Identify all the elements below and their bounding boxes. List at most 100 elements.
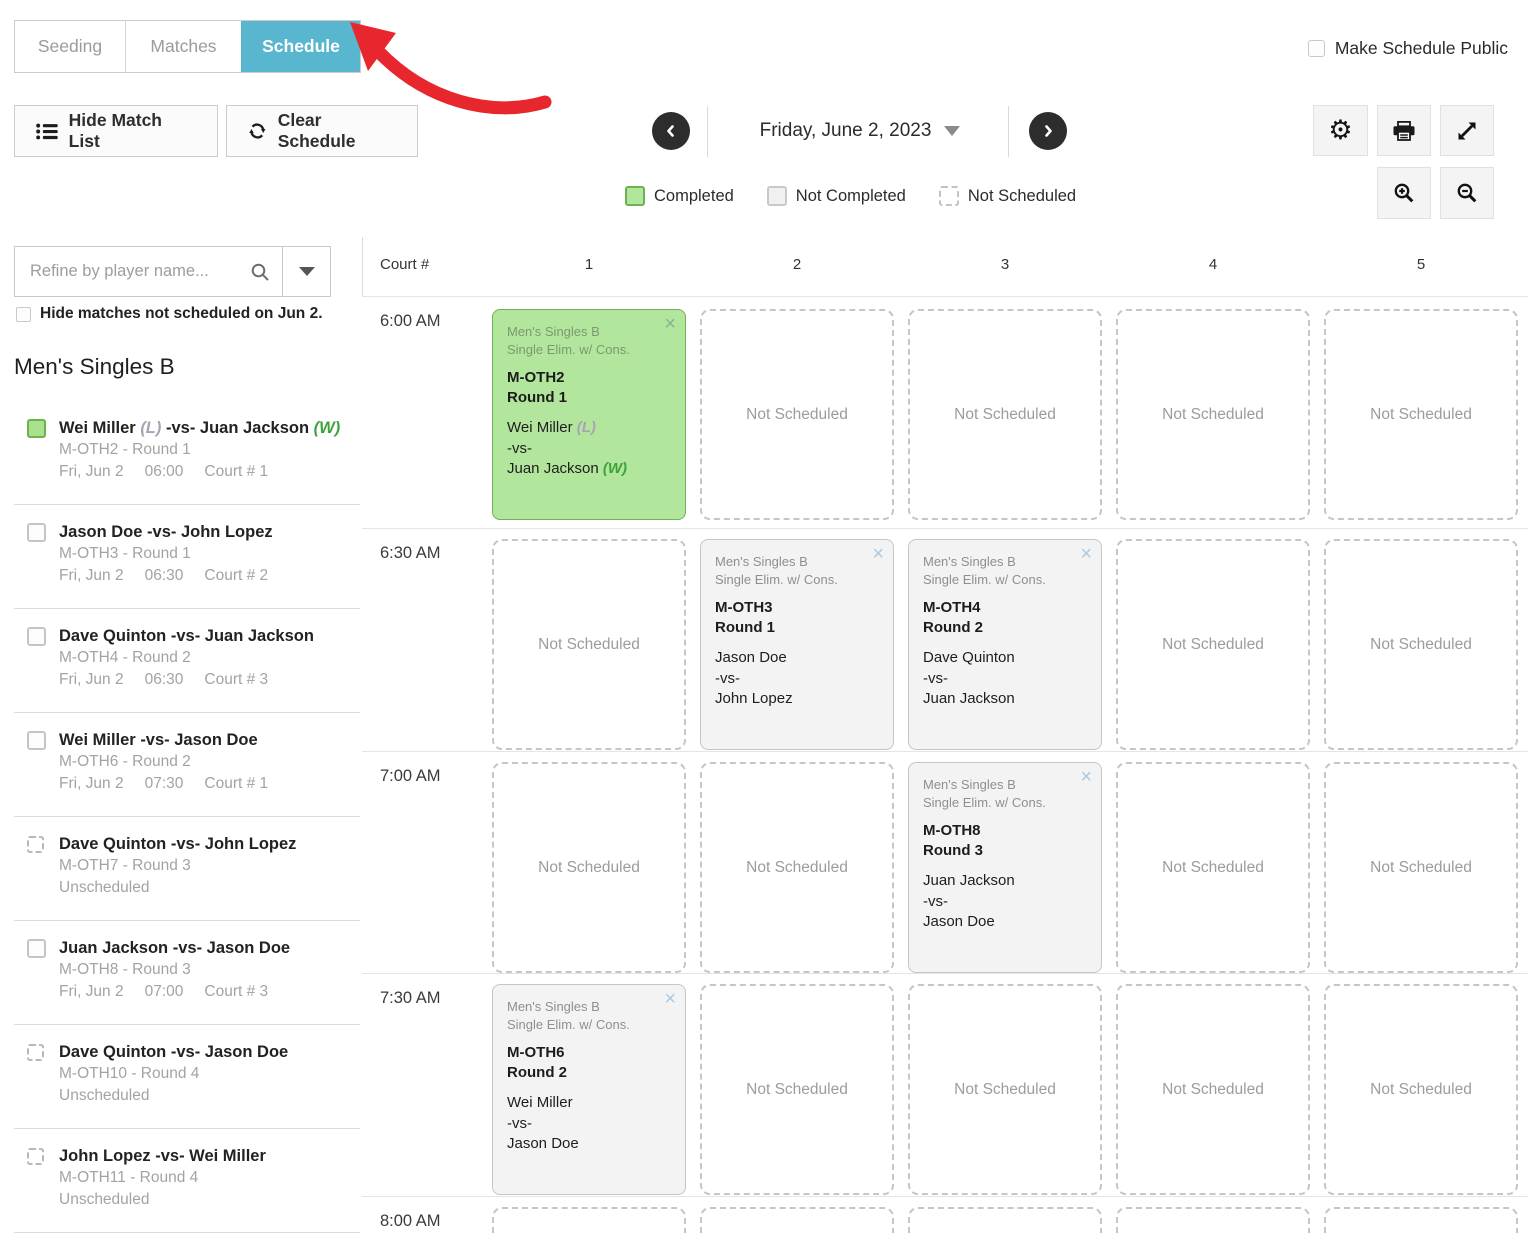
match-list-item[interactable]: Dave Quinton -vs- John Lopez M-OTH7 - Ro… [14,817,360,921]
empty-slot[interactable]: Not Scheduled [1116,1207,1310,1233]
hide-unscheduled-checkbox[interactable] [16,307,31,322]
not-scheduled-label: Not Scheduled [746,859,848,877]
match-detail: M-OTH8 - Round 3 [59,959,290,981]
next-day-button[interactable] [1029,112,1067,150]
empty-slot[interactable]: Not Scheduled [1116,984,1310,1195]
grid-header: Court # 12345 [362,237,1528,296]
match-date: Fri, Jun 2 [59,671,124,688]
search-options-dropdown[interactable] [283,246,331,297]
round-label: Round 2 [923,618,1087,638]
player2: Jason Doe [507,1134,671,1155]
empty-slot[interactable]: Not Scheduled [700,309,894,520]
match-list-item[interactable]: Jason Doe -vs- John Lopez M-OTH3 - Round… [14,505,360,609]
match-status-checkbox[interactable] [27,836,44,853]
print-button[interactable] [1377,105,1431,156]
match-card[interactable]: ×Men's Singles BSingle Elim. w/ Cons.M-O… [908,762,1102,973]
not-scheduled-label: Not Scheduled [1162,406,1264,424]
player1: Wei Miller (L) [507,418,671,439]
match-status-checkbox[interactable] [27,523,46,542]
not-scheduled-label: Not Scheduled [746,1081,848,1099]
tab-matches[interactable]: Matches [125,21,241,72]
empty-slot[interactable]: Not Scheduled [1116,309,1310,520]
match-id: M-OTH3 [715,598,879,618]
match-status-checkbox[interactable] [27,731,46,750]
player2: Jason Doe [923,912,1087,933]
match-list-item[interactable]: Wei Miller (L) -vs- Juan Jackson (W)M-OT… [14,401,360,505]
empty-slot[interactable]: Not Scheduled [700,762,894,973]
empty-slot[interactable]: Not Scheduled [700,1207,894,1233]
match-card-players: Wei Miller-vs-Jason Doe [507,1093,671,1155]
printer-icon [1393,121,1415,141]
legend-not-completed-label: Not Completed [796,187,906,206]
time-slot-label: 7:00 AM [380,767,441,786]
hide-match-list-button[interactable]: Hide Match List [14,105,218,157]
empty-slot[interactable]: Not Scheduled [908,309,1102,520]
legend-completed: Completed [625,186,734,206]
settings-button[interactable]: ⚙ [1313,105,1368,156]
time-row: 7:30 AM×Men's Singles BSingle Elim. w/ C… [362,973,1528,1196]
empty-slot[interactable]: Not Scheduled [700,984,894,1195]
match-card[interactable]: ×Men's Singles BSingle Elim. w/ Cons.M-O… [700,539,894,750]
empty-slot[interactable]: Not Scheduled [1116,762,1310,973]
date-selector[interactable]: Friday, June 2, 2023 [715,105,1005,157]
match-title: John Lopez -vs- Wei Miller [59,1146,266,1167]
match-card-players: Jason Doe-vs-John Lopez [715,648,879,710]
match-list-item[interactable]: Dave Quinton -vs- Juan Jackson M-OTH4 - … [14,609,360,713]
match-card[interactable]: ×Men's Singles BSingle Elim. w/ Cons.M-O… [492,984,686,1195]
empty-slot[interactable]: Not Scheduled [908,984,1102,1195]
match-list-item[interactable]: John Lopez -vs- Wei Miller M-OTH11 - Rou… [14,1129,360,1233]
empty-slot[interactable]: Not Scheduled [1324,539,1518,750]
empty-slot[interactable]: Not Scheduled [1324,762,1518,973]
status-legend: Completed Not Completed Not Scheduled [625,186,1076,206]
bracket-format: Single Elim. w/ Cons. [923,794,1087,812]
empty-slot[interactable]: Not Scheduled [492,762,686,973]
match-list-item[interactable]: Wei Miller -vs- Jason Doe M-OTH6 - Round… [14,713,360,817]
unscheduled-label: Unscheduled [59,879,149,896]
empty-slot[interactable]: Not Scheduled [908,1207,1102,1233]
clear-schedule-label: Clear Schedule [278,110,396,152]
close-icon[interactable]: × [1080,764,1092,790]
close-icon[interactable]: × [872,541,884,567]
division-name: Men's Singles B [507,323,671,341]
match-list-item[interactable]: Juan Jackson -vs- Jason Doe M-OTH8 - Rou… [14,921,360,1025]
match-date: Fri, Jun 2 [59,463,124,480]
match-court: Court # 3 [204,671,268,688]
match-status-checkbox[interactable] [27,1044,44,1061]
legend-not-completed: Not Completed [767,186,906,206]
search-input[interactable] [15,247,282,296]
fullscreen-button[interactable] [1440,105,1494,156]
close-icon[interactable]: × [1080,541,1092,567]
empty-slot[interactable]: Not Scheduled [1116,539,1310,750]
match-id: M-OTH8 [923,821,1087,841]
empty-slot[interactable]: Not Scheduled [1324,309,1518,520]
prev-day-button[interactable] [652,112,690,150]
empty-slot[interactable]: Not Scheduled [1324,984,1518,1195]
match-status-checkbox[interactable] [27,1148,44,1165]
match-card[interactable]: ×Men's Singles BSingle Elim. w/ Cons. M-O… [492,309,686,520]
match-status-checkbox[interactable] [27,419,46,438]
clear-schedule-button[interactable]: Clear Schedule [226,105,418,157]
make-schedule-public-label: Make Schedule Public [1335,38,1508,59]
zoom-in-icon [1393,182,1415,204]
completed-swatch [625,186,645,206]
vs-label: -vs- [507,1114,671,1135]
match-detail: M-OTH3 - Round 1 [59,543,273,565]
tab-seeding[interactable]: Seeding [15,21,125,72]
close-icon[interactable]: × [664,986,676,1012]
empty-slot[interactable]: Not Scheduled [492,539,686,750]
zoom-in-button[interactable] [1377,167,1431,219]
close-icon[interactable]: × [664,311,676,337]
match-id: M-OTH2 [507,368,671,388]
match-detail: M-OTH11 - Round 4 [59,1167,266,1189]
match-card-category: Men's Singles BSingle Elim. w/ Cons. [507,323,671,358]
zoom-out-button[interactable] [1440,167,1494,219]
expand-icon [1456,120,1478,142]
tab-schedule[interactable]: Schedule [241,21,360,72]
empty-slot[interactable]: Not Scheduled [492,1207,686,1233]
match-status-checkbox[interactable] [27,939,46,958]
match-list-item[interactable]: Dave Quinton -vs- Jason Doe M-OTH10 - Ro… [14,1025,360,1129]
match-status-checkbox[interactable] [27,627,46,646]
match-card[interactable]: ×Men's Singles BSingle Elim. w/ Cons.M-O… [908,539,1102,750]
empty-slot[interactable]: Not Scheduled [1324,1207,1518,1233]
make-schedule-public-checkbox[interactable] [1308,40,1325,57]
